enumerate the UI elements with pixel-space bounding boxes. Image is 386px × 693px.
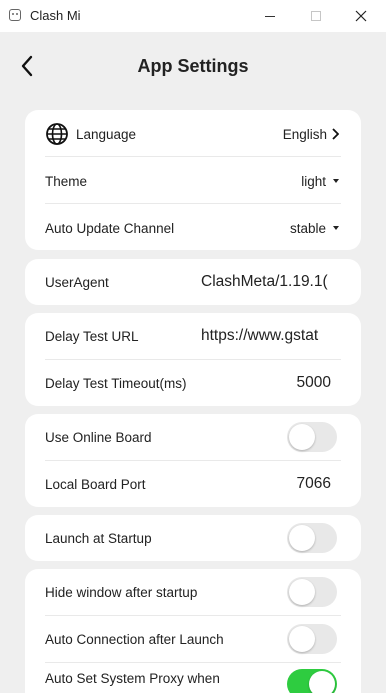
theme-row[interactable]: Theme light	[25, 158, 361, 204]
window-title: Clash Mi	[30, 8, 81, 23]
update-channel-row[interactable]: Auto Update Channel stable	[25, 205, 361, 251]
auto-connect-label: Auto Connection after Launch	[45, 631, 224, 647]
startup-card: Launch at Startup	[25, 515, 361, 561]
useragent-input[interactable]: ClashMeta/1.19.1(	[201, 273, 335, 291]
system-proxy-toggle[interactable]	[287, 669, 337, 693]
caret-down-icon	[333, 226, 339, 230]
minimize-icon	[265, 15, 275, 17]
hide-window-label: Hide window after startup	[45, 584, 198, 600]
launch-startup-row: Launch at Startup	[25, 515, 361, 561]
caret-down-icon	[333, 179, 339, 183]
delay-url-input[interactable]: https://www.gstat	[201, 327, 335, 345]
delay-timeout-row: Delay Test Timeout(ms) 5000	[25, 360, 361, 406]
delay-url-row: Delay Test URL https://www.gstat	[25, 313, 361, 359]
board-port-row: Local Board Port 7066	[25, 461, 361, 507]
online-board-label: Use Online Board	[45, 429, 152, 445]
maximize-button[interactable]	[293, 0, 339, 32]
close-icon	[355, 10, 367, 22]
chevron-right-icon	[332, 128, 339, 140]
divider	[45, 156, 341, 157]
board-card: Use Online Board Local Board Port 7066	[25, 414, 361, 507]
theme-label: Theme	[45, 173, 88, 189]
auto-connect-toggle[interactable]	[287, 624, 337, 654]
toggle-knob	[289, 424, 315, 450]
board-port-input[interactable]: 7066	[297, 475, 331, 493]
divider	[45, 662, 341, 663]
online-board-toggle[interactable]	[287, 422, 337, 452]
delay-test-card: Delay Test URL https://www.gstat Delay T…	[25, 313, 361, 406]
online-board-row: Use Online Board	[25, 414, 361, 460]
useragent-row: UserAgent ClashMeta/1.19.1(	[25, 259, 361, 305]
minimize-button[interactable]	[247, 0, 293, 32]
system-proxy-row: Auto Set System Proxy when Connected	[25, 664, 361, 693]
useragent-label: UserAgent	[45, 274, 109, 290]
launch-startup-toggle[interactable]	[287, 523, 337, 553]
close-button[interactable]	[338, 0, 384, 32]
globe-icon	[46, 123, 68, 145]
page-title: App Settings	[137, 56, 249, 76]
system-proxy-label: Auto Set System Proxy when Connected	[45, 671, 220, 693]
language-label: Language	[76, 126, 137, 142]
update-channel-value: stable	[289, 220, 326, 236]
useragent-card: UserAgent ClashMeta/1.19.1(	[25, 259, 361, 305]
toggle-knob	[289, 525, 315, 551]
delay-url-label: Delay Test URL	[45, 328, 139, 344]
delay-timeout-label: Delay Test Timeout(ms)	[45, 375, 187, 391]
board-port-label: Local Board Port	[45, 476, 146, 492]
hide-window-row: Hide window after startup	[25, 569, 361, 615]
theme-value: light	[301, 173, 326, 189]
hide-window-toggle[interactable]	[287, 577, 337, 607]
window-titlebar: Clash Mi	[0, 0, 386, 32]
launch-startup-label: Launch at Startup	[45, 530, 152, 546]
app-icon	[9, 9, 21, 21]
general-settings-card: Language English Theme light Auto Update…	[25, 110, 361, 250]
toggle-knob	[289, 579, 315, 605]
maximize-icon	[311, 11, 321, 21]
update-channel-label: Auto Update Channel	[45, 220, 175, 236]
toggle-knob	[309, 671, 335, 693]
delay-timeout-input[interactable]: 5000	[297, 374, 331, 392]
toggle-knob	[289, 626, 315, 652]
window-options-card: Hide window after startup Auto Connectio…	[25, 569, 361, 693]
language-value: English	[282, 126, 327, 142]
page-header: App Settings	[0, 32, 386, 102]
divider	[45, 203, 341, 204]
auto-connect-row: Auto Connection after Launch	[25, 616, 361, 662]
language-row[interactable]: Language English	[25, 111, 361, 157]
